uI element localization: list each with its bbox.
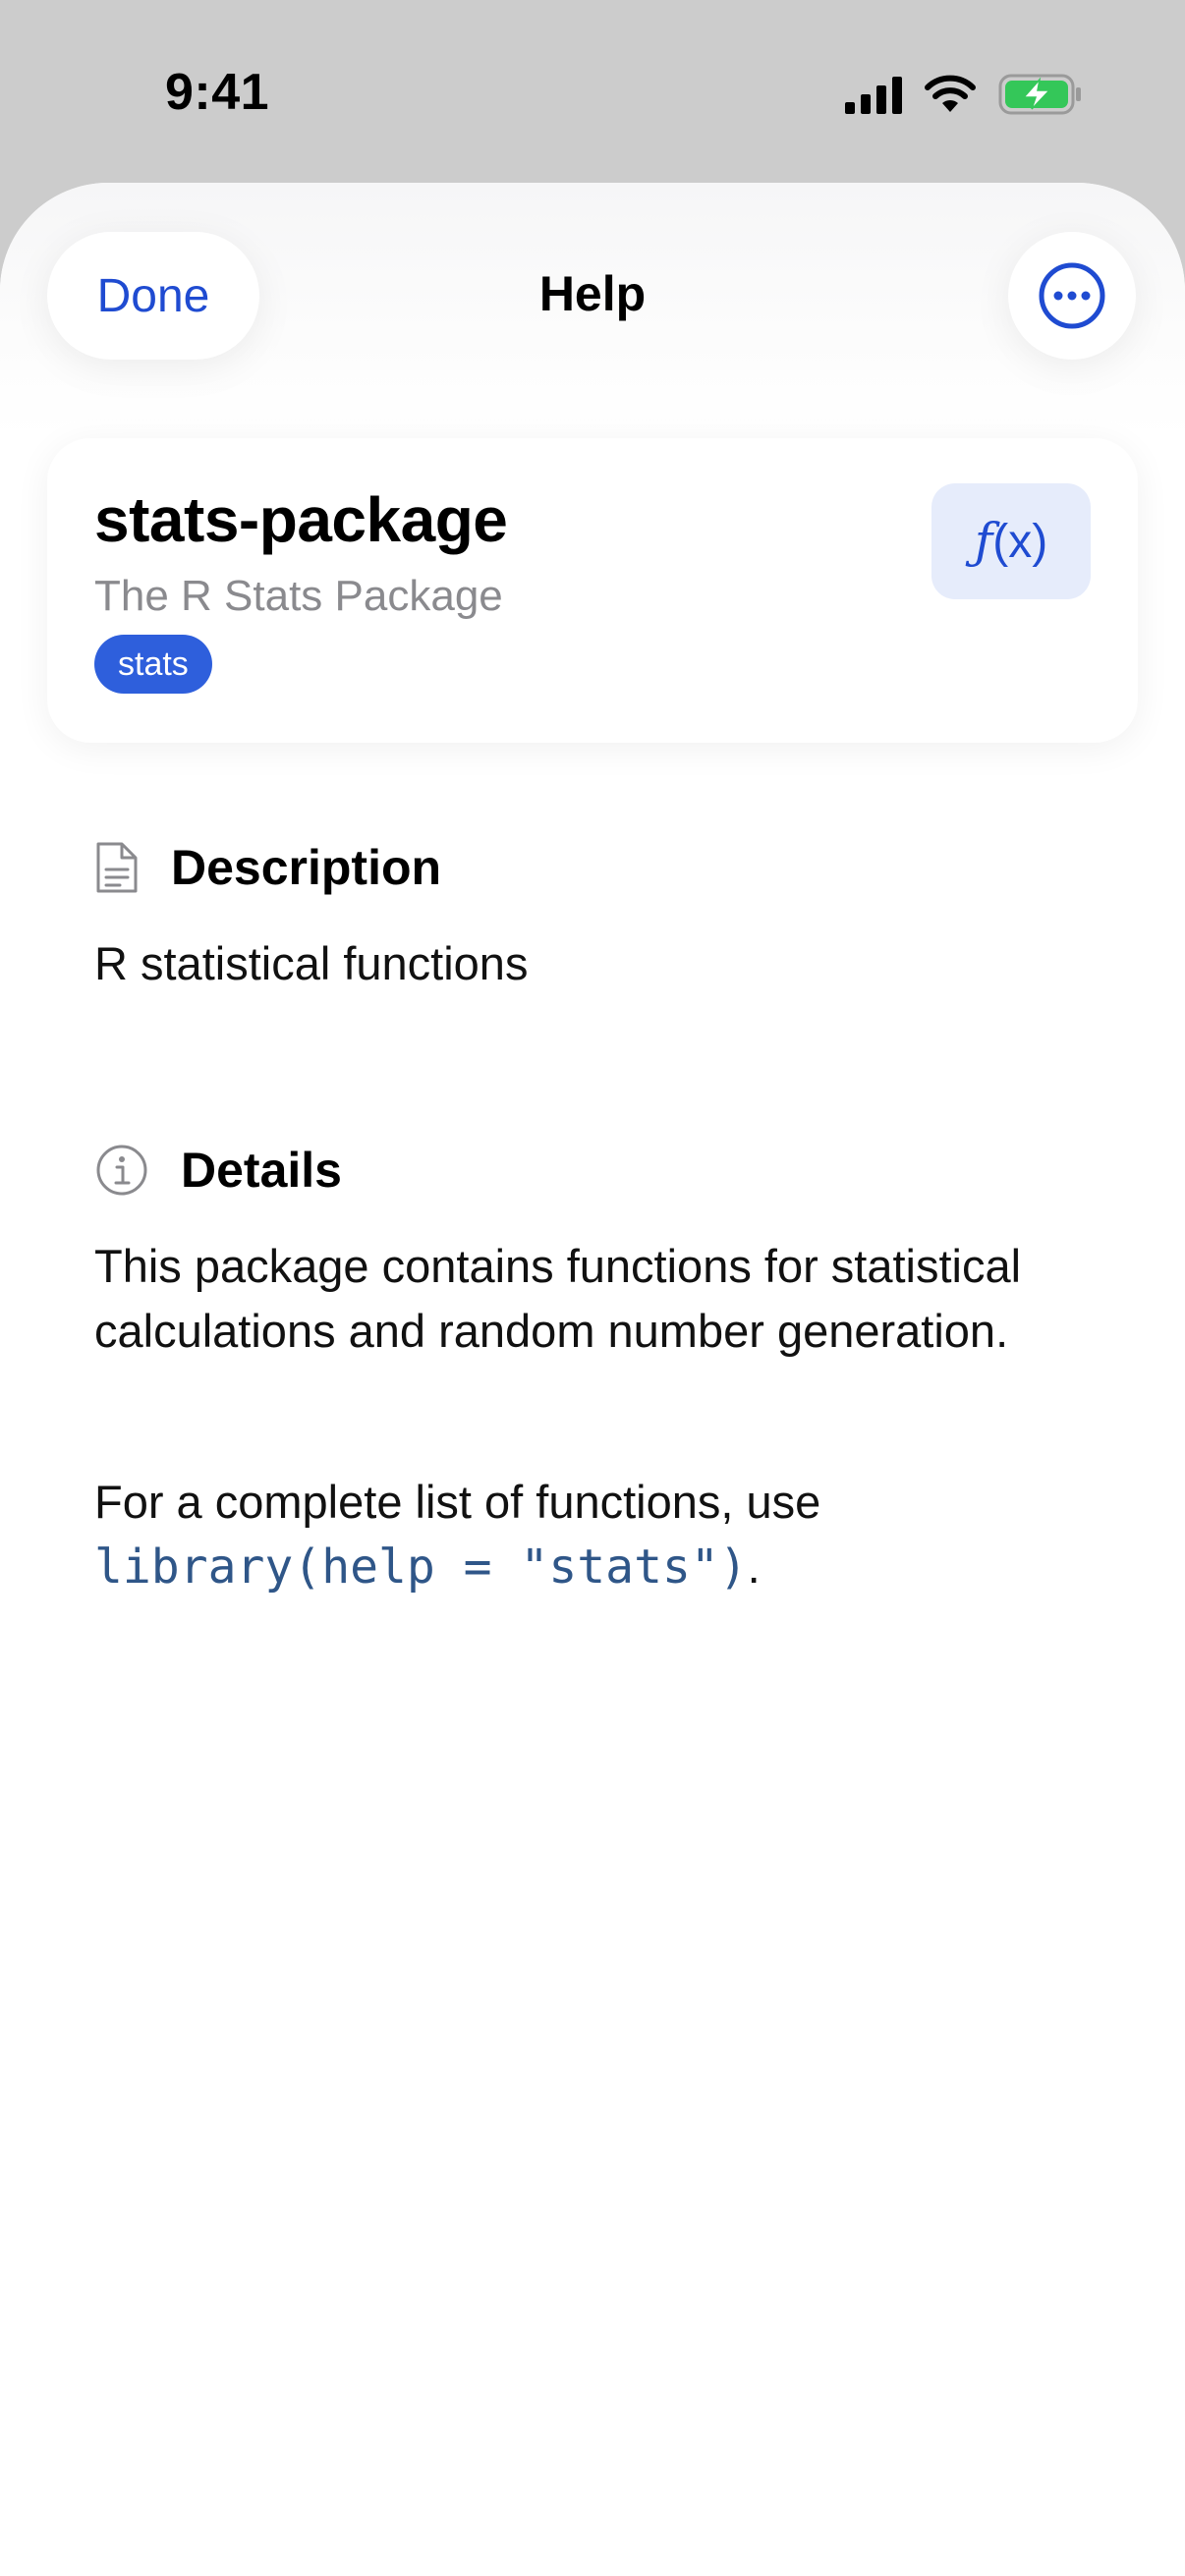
battery-charging-icon bbox=[998, 74, 1081, 115]
package-subtitle: The R Stats Package bbox=[94, 572, 503, 620]
package-card: stats-package The R Stats Package stats … bbox=[47, 438, 1138, 743]
details-paragraph-2-text: For a complete list of functions, use bbox=[94, 1476, 821, 1528]
help-sheet: Done Help stats-package The R Stats Pack… bbox=[0, 183, 1185, 2576]
details-paragraph-2-end: . bbox=[747, 1540, 761, 1593]
description-heading: Description bbox=[171, 840, 442, 895]
package-name: stats-package bbox=[94, 484, 508, 555]
more-options-button[interactable] bbox=[1008, 232, 1136, 360]
details-heading: Details bbox=[181, 1143, 342, 1198]
details-paragraph-1: This package contains functions for stat… bbox=[94, 1240, 1022, 1357]
description-header: Description bbox=[94, 839, 441, 896]
package-badge: stats bbox=[94, 635, 212, 694]
function-list-button[interactable]: ƒ (x) bbox=[931, 483, 1091, 599]
status-time: 9:41 bbox=[165, 64, 270, 121]
wifi-icon bbox=[925, 75, 976, 112]
info-icon bbox=[96, 1145, 147, 1196]
code-snippet: library(help = "stats") bbox=[94, 1540, 748, 1595]
description-text: R statistical functions bbox=[94, 937, 529, 989]
status-icons bbox=[845, 71, 1083, 118]
details-paragraph-2: For a complete list of functions, use li… bbox=[94, 1470, 1097, 1599]
function-icon-x: (x) bbox=[992, 515, 1048, 568]
function-icon-f: ƒ bbox=[974, 513, 993, 570]
details-header: Details bbox=[94, 1142, 342, 1199]
cellular-signal-icon bbox=[845, 77, 902, 114]
status-bar: 9:41 bbox=[0, 0, 1185, 183]
navigation-bar: Done Help bbox=[0, 183, 1185, 409]
document-icon bbox=[96, 842, 138, 893]
ellipsis-circle-icon bbox=[1039, 262, 1105, 329]
